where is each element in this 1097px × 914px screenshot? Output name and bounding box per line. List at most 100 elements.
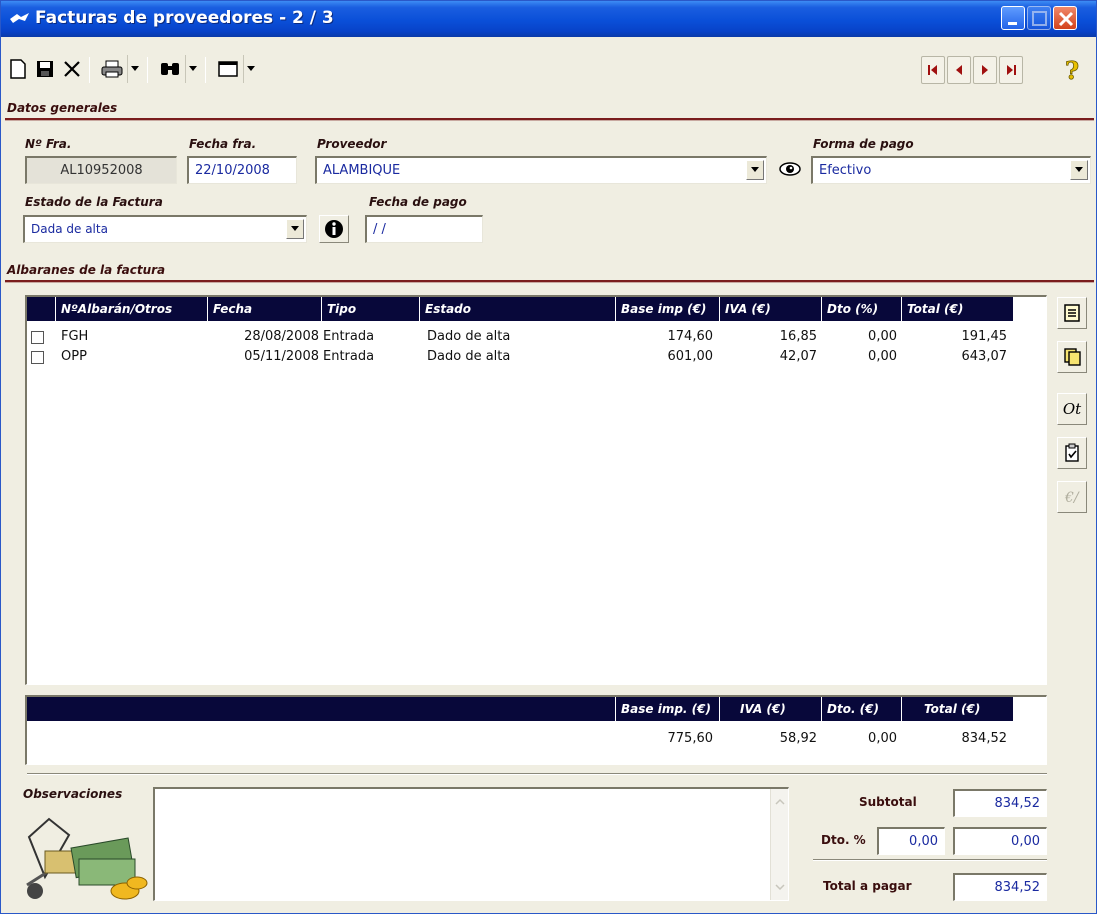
first-record-button[interactable]	[921, 56, 945, 84]
cell-fecha: 05/11/2008	[244, 349, 319, 364]
cell-dto: 0,00	[868, 329, 897, 344]
summary-header: Base imp. (€) IVA (€) Dto. (€) Total (€)	[27, 697, 1013, 721]
svg-text:€/: €/	[1064, 490, 1080, 506]
fecha-fra-label: Fecha fra.	[189, 137, 257, 151]
save-button[interactable]	[32, 55, 58, 83]
row-checkbox[interactable]	[31, 331, 44, 344]
estado-dropdown-button[interactable]	[286, 219, 304, 239]
forma-pago-value: Efectivo	[819, 163, 872, 178]
num-fra-label: Nº Fra.	[25, 137, 72, 151]
close-icon	[1058, 11, 1074, 27]
scroll-down-icon[interactable]	[771, 878, 789, 896]
otros-button[interactable]: Ot	[1057, 393, 1087, 425]
validate-button[interactable]	[1057, 437, 1087, 469]
totals-divider	[813, 859, 1047, 861]
dto-pct-field[interactable]: 0,00	[877, 827, 945, 855]
fecha-pago-label: Fecha de pago	[369, 195, 467, 209]
euro-button[interactable]: €/	[1057, 481, 1087, 513]
forma-pago-select[interactable]: Efectivo	[811, 156, 1091, 184]
divider	[27, 773, 1047, 775]
column-header[interactable]: Estado	[419, 297, 615, 321]
app-icon	[10, 13, 29, 23]
observaciones-textarea[interactable]	[153, 787, 789, 901]
column-header[interactable]: Fecha	[207, 297, 321, 321]
summary-column-header: Base imp. (€)	[615, 697, 719, 721]
view-dropdown[interactable]	[243, 55, 257, 83]
next-record-button[interactable]	[973, 56, 997, 84]
scroll-up-icon[interactable]	[771, 793, 789, 811]
column-header[interactable]: Total (€)	[901, 297, 1013, 321]
summary-row: 775,60 58,92 0,00 834,52	[27, 729, 1046, 749]
search-dropdown[interactable]	[185, 55, 199, 83]
last-record-button[interactable]	[999, 56, 1023, 84]
fecha-pago-field[interactable]: / /	[365, 215, 483, 243]
search-button[interactable]	[155, 55, 185, 83]
section-albaranes: Albaranes de la factura	[7, 263, 166, 277]
cell-base: 174,60	[667, 329, 714, 344]
table-row[interactable]: OPP 05/11/2008 Entrada Dado de alta 601,…	[27, 347, 1046, 367]
proveedor-dropdown-button[interactable]	[746, 160, 764, 180]
title-bar[interactable]: Facturas de proveedores - 2 / 3	[1, 1, 1096, 37]
forma-pago-dropdown-button[interactable]	[1070, 160, 1088, 180]
num-fra-field: AL10952008	[25, 156, 177, 184]
help-button[interactable]: ?	[1061, 56, 1085, 84]
column-header[interactable]: Dto (%)	[821, 297, 901, 321]
maximize-button[interactable]	[1027, 6, 1051, 30]
table-row[interactable]: FGH 28/08/2008 Entrada Dado de alta 174,…	[27, 327, 1046, 347]
observaciones-scrollbar[interactable]	[770, 789, 788, 900]
column-header[interactable]: Tipo	[321, 297, 419, 321]
minimize-button[interactable]	[1001, 6, 1025, 30]
print-dropdown[interactable]	[127, 55, 141, 83]
close-button[interactable]	[1053, 6, 1077, 30]
summary-base: 775,60	[667, 731, 714, 746]
first-record-icon	[928, 65, 937, 75]
proveedor-value: ALAMBIQUE	[323, 163, 401, 178]
printer-icon	[101, 60, 123, 78]
fecha-fra-field[interactable]: 22/10/2008	[187, 156, 297, 184]
help-question-icon: ?	[1065, 57, 1080, 83]
eye-icon	[779, 162, 801, 176]
total-pagar-label: Total a pagar	[823, 879, 912, 893]
clipboard-check-icon	[1065, 443, 1079, 462]
next-icon	[982, 65, 988, 75]
delete-button[interactable]	[59, 55, 85, 83]
chevron-down-icon	[291, 226, 299, 231]
view-proveedor-button[interactable]	[775, 155, 805, 183]
summary-column-header: Dto. (€)	[821, 697, 901, 721]
cell-total: 191,45	[961, 329, 1008, 344]
print-button[interactable]	[97, 55, 127, 83]
last-record-icon	[1007, 65, 1016, 75]
cell-estado: Dado de alta	[427, 349, 511, 364]
forma-pago-label: Forma de pago	[813, 137, 914, 151]
column-header[interactable]: Base imp (€)	[615, 297, 719, 321]
cell-dto: 0,00	[868, 349, 897, 364]
summary-total: 834,52	[961, 731, 1008, 746]
cell-total: 643,07	[961, 349, 1008, 364]
column-header[interactable]: IVA (€)	[719, 297, 821, 321]
proveedor-select[interactable]: ALAMBIQUE	[315, 156, 767, 184]
new-button[interactable]	[5, 55, 31, 83]
summary-dto: 0,00	[868, 731, 897, 746]
svg-text:?: ?	[1065, 57, 1079, 83]
cell-iva: 42,07	[779, 349, 817, 364]
cell-estado: Dado de alta	[427, 329, 511, 344]
estado-info-button[interactable]	[319, 215, 349, 243]
proveedor-label: Proveedor	[317, 137, 387, 151]
albaran-list-button[interactable]	[1057, 297, 1087, 329]
add-albaran-button[interactable]	[1057, 341, 1087, 373]
estado-select[interactable]: Dada de alta	[23, 215, 307, 243]
previous-record-button[interactable]	[947, 56, 971, 84]
cell-tipo: Entrada	[323, 349, 375, 364]
view-button[interactable]	[213, 55, 243, 83]
albaranes-table[interactable]: NºAlbarán/Otros Fecha Tipo Estado Base i…	[25, 295, 1047, 685]
cell-num: FGH	[61, 329, 89, 344]
money-cart-icon	[26, 817, 148, 900]
estado-value: Dada de alta	[31, 222, 108, 236]
column-header[interactable]: NºAlbarán/Otros	[55, 297, 207, 321]
cell-base: 601,00	[667, 349, 714, 364]
info-icon	[325, 220, 343, 238]
list-document-icon	[1064, 304, 1080, 322]
chevron-down-icon	[246, 66, 255, 71]
row-checkbox[interactable]	[31, 351, 44, 364]
binoculars-icon	[161, 63, 179, 75]
